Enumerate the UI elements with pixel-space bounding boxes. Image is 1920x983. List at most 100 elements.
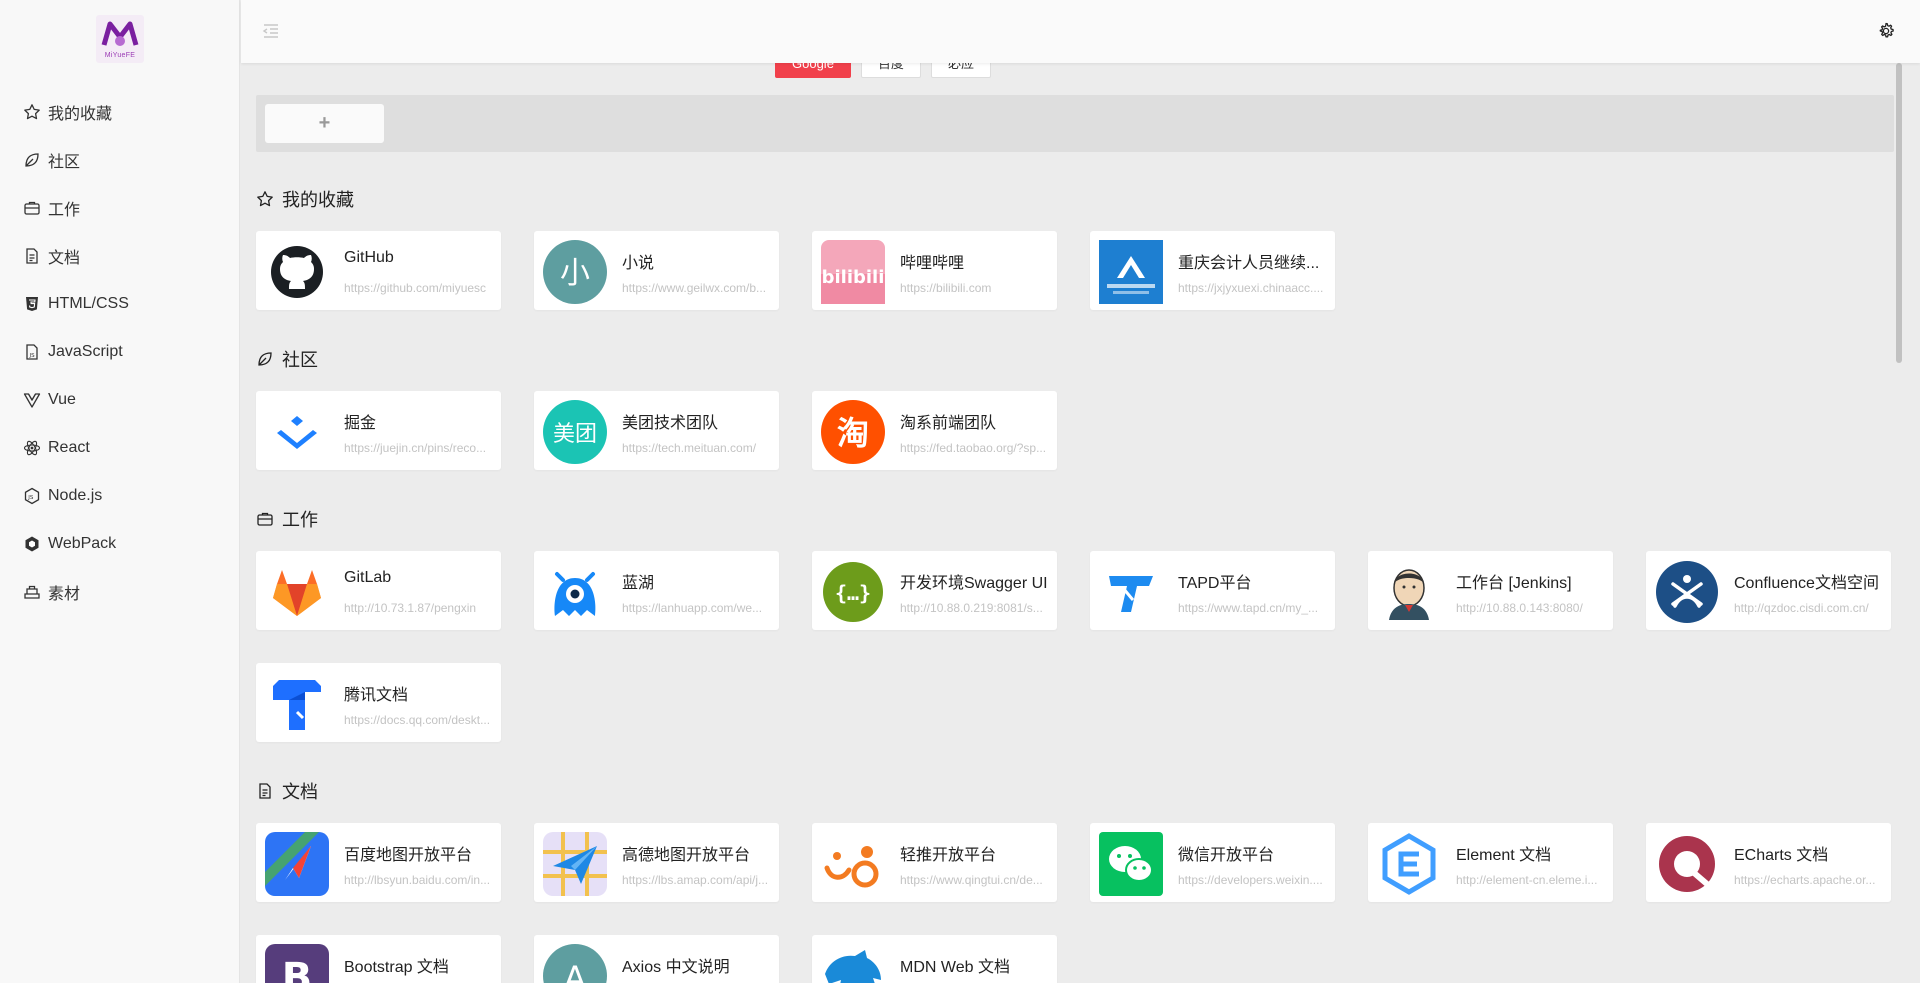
site-card[interactable]: 微信开放平台 https://developers.weixin.... bbox=[1090, 823, 1335, 902]
sidebar-item-label: WebPack bbox=[48, 535, 117, 552]
site-card[interactable]: {…} 开发环境Swagger UI http://10.88.0.219:80… bbox=[812, 551, 1057, 630]
card-name: 工作台 [Jenkins] bbox=[1456, 575, 1572, 592]
sidebar-item-nodejs[interactable]: JS Node.js bbox=[0, 472, 240, 520]
logo-mark-icon bbox=[101, 21, 139, 46]
sidebar-item-html-css[interactable]: HTML/CSS bbox=[0, 280, 240, 328]
site-card[interactable]: 工作台 [Jenkins] http://10.88.0.143:8080/ bbox=[1368, 551, 1613, 630]
site-card[interactable]: 腾讯文档 https://docs.qq.com/deskt... bbox=[256, 663, 501, 742]
sidebar-item-label: HTML/CSS bbox=[48, 295, 129, 312]
svg-text:JS: JS bbox=[27, 495, 34, 501]
site-card[interactable]: ECharts 文档 https://echarts.apache.or... bbox=[1646, 823, 1891, 902]
sidebar-item-vue[interactable]: Vue bbox=[0, 376, 240, 424]
sidebar-item-label: Vue bbox=[48, 391, 76, 408]
add-button[interactable]: + bbox=[265, 104, 384, 143]
site-card[interactable]: 百度地图开放平台 http://lbsyun.baidu.com/in... bbox=[256, 823, 501, 902]
card-url: http://10.88.0.143:8080/ bbox=[1456, 601, 1583, 615]
element-icon bbox=[1377, 832, 1441, 896]
sidebar-item-label: 社区 bbox=[48, 154, 81, 171]
confluence-icon bbox=[1655, 560, 1719, 624]
juejin-icon bbox=[265, 400, 329, 464]
menu-fold-icon[interactable] bbox=[261, 21, 281, 41]
site-card[interactable]: TAPD平台 https://www.tapd.cn/my_... bbox=[1090, 551, 1335, 630]
site-card[interactable]: 美团 美团技术团队 https://tech.meituan.com/ bbox=[534, 391, 779, 470]
baidu-map-icon bbox=[265, 832, 329, 896]
site-card[interactable]: Confluence文档空间 http://qzdoc.cisdi.com.cn… bbox=[1646, 551, 1891, 630]
card-name: MDN Web 文档 bbox=[900, 959, 1010, 976]
site-card[interactable]: GitLab http://10.73.1.87/pengxin bbox=[256, 551, 501, 630]
card-name: 哔哩哔哩 bbox=[900, 255, 965, 272]
section-title-text: 文档 bbox=[282, 782, 318, 802]
card-name: 蓝湖 bbox=[622, 575, 655, 592]
github-icon bbox=[265, 240, 329, 304]
card-name: ECharts 文档 bbox=[1734, 847, 1829, 864]
card-name: Axios 中文说明 bbox=[622, 959, 730, 976]
sidebar-item-javascript[interactable]: JS JavaScript bbox=[0, 328, 240, 376]
document-icon bbox=[256, 782, 274, 800]
amap-icon bbox=[543, 832, 607, 896]
sidebar-item-label: 我的收藏 bbox=[48, 106, 113, 123]
card-name: Confluence文档空间 bbox=[1734, 575, 1879, 592]
card-url: https://github.com/miyuesc bbox=[344, 281, 487, 295]
nodejs-icon: JS bbox=[23, 487, 41, 505]
site-card[interactable]: 重庆会计人员继续... https://jxjyxuexi.chinaacc..… bbox=[1090, 231, 1335, 310]
js-file-icon: JS bbox=[23, 343, 41, 361]
card-name: 淘系前端团队 bbox=[900, 415, 997, 432]
sidebar-item-work[interactable]: 工作 bbox=[0, 184, 240, 232]
card-url: https://bilibili.com bbox=[900, 281, 992, 295]
sidebar-item-label: React bbox=[48, 439, 90, 456]
meituan-icon: 美团 bbox=[543, 400, 607, 464]
react-icon bbox=[23, 439, 41, 457]
section-title-text: 工作 bbox=[282, 510, 318, 530]
quick-add-bar: + bbox=[256, 95, 1894, 152]
site-card[interactable]: MDN Web 文档 bbox=[812, 935, 1057, 983]
sidebar-item-docs[interactable]: 文档 bbox=[0, 232, 240, 280]
document-icon bbox=[23, 247, 41, 265]
site-card[interactable]: bilibili 哔哩哔哩 https://bilibili.com bbox=[812, 231, 1057, 310]
site-card[interactable]: 小 小说 https://www.geilwx.com/b... bbox=[534, 231, 779, 310]
site-card[interactable]: GitHub https://github.com/miyuesc bbox=[256, 231, 501, 310]
card-url: https://tech.meituan.com/ bbox=[622, 441, 757, 455]
briefcase-icon bbox=[256, 510, 274, 528]
card-name: GitLab bbox=[344, 569, 392, 586]
svg-text:小: 小 bbox=[560, 256, 590, 291]
site-card[interactable]: 蓝湖 https://lanhuapp.com/we... bbox=[534, 551, 779, 630]
site-card[interactable]: 掘金 https://juejin.cn/pins/reco... bbox=[256, 391, 501, 470]
top-header bbox=[241, 0, 1920, 63]
section-title-community: 社区 bbox=[256, 347, 318, 371]
svg-text:A: A bbox=[564, 959, 586, 983]
logo-text: MiYueFE bbox=[104, 52, 136, 59]
card-url: https://www.tapd.cn/my_... bbox=[1178, 601, 1319, 615]
site-card[interactable]: 轻推开放平台 https://www.qingtui.cn/de... bbox=[812, 823, 1057, 902]
site-card[interactable]: 淘 淘系前端团队 https://fed.taobao.org/?sp... bbox=[812, 391, 1057, 470]
site-card[interactable]: A Axios 中文说明 bbox=[534, 935, 779, 983]
card-name: 美团技术团队 bbox=[622, 415, 719, 432]
site-logo[interactable]: MiYueFE bbox=[96, 15, 144, 63]
card-name: Element 文档 bbox=[1456, 847, 1552, 864]
card-name: 重庆会计人员继续... bbox=[1178, 255, 1320, 272]
gear-icon[interactable] bbox=[1876, 21, 1896, 41]
qingtui-icon bbox=[821, 832, 885, 896]
site-card[interactable]: Element 文档 http://element-cn.eleme.i... bbox=[1368, 823, 1613, 902]
card-url: https://www.qingtui.cn/de... bbox=[900, 873, 1043, 887]
sidebar-item-label: 素材 bbox=[48, 586, 81, 603]
sidebar-item-community[interactable]: 社区 bbox=[0, 136, 240, 184]
card-url: https://fed.taobao.org/?sp... bbox=[900, 441, 1047, 455]
tencent-docs-icon bbox=[265, 672, 329, 736]
sidebar-item-react[interactable]: React bbox=[0, 424, 240, 472]
card-name: 腾讯文档 bbox=[344, 687, 409, 704]
sidebar-item-materials[interactable]: 素材 bbox=[0, 568, 240, 616]
novel-icon: 小 bbox=[543, 240, 607, 304]
sidebar-item-favorites[interactable]: 我的收藏 bbox=[0, 88, 240, 136]
vue-icon bbox=[23, 391, 41, 409]
site-card[interactable]: B Bootstrap 文档 bbox=[256, 935, 501, 983]
card-url: http://element-cn.eleme.i... bbox=[1456, 873, 1598, 887]
bilibili-icon: bilibili bbox=[821, 240, 885, 304]
tapd-icon bbox=[1099, 560, 1163, 624]
site-card[interactable]: 高德地图开放平台 https://lbs.amap.com/api/j... bbox=[534, 823, 779, 902]
card-name: 掘金 bbox=[344, 415, 377, 432]
sidebar-item-webpack[interactable]: WebPack bbox=[0, 520, 240, 568]
card-name: 小说 bbox=[622, 255, 655, 272]
lanhu-icon bbox=[543, 560, 607, 624]
svg-text:bilibili: bilibili bbox=[822, 267, 885, 288]
scrollbar[interactable] bbox=[1896, 63, 1902, 363]
